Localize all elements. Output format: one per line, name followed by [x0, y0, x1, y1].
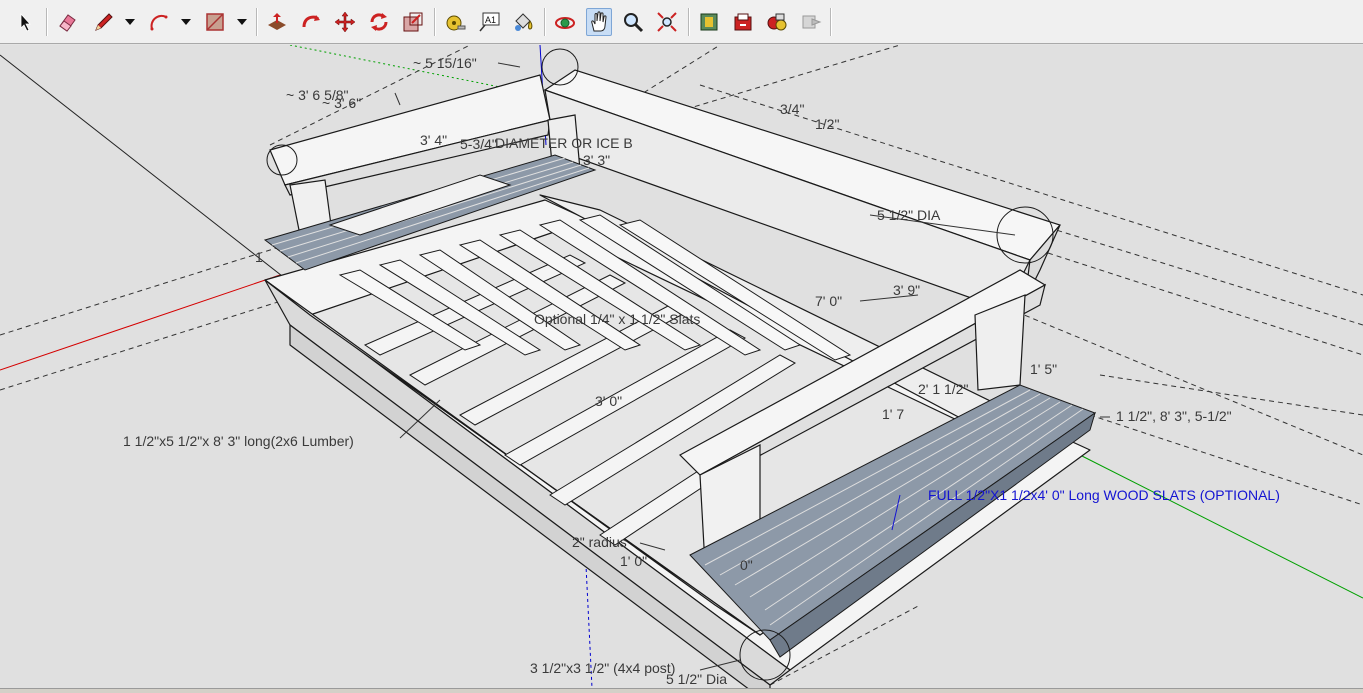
- pan-tool-button[interactable]: [586, 8, 612, 36]
- annotation-note: FULL 1/2"X1 1/2x4' 0" Long WOOD SLATS (O…: [928, 487, 1280, 503]
- dimension-label: ~ 5 15/16": [413, 55, 477, 71]
- dimension-label: 2' 1 1/2": [918, 381, 969, 397]
- toolbar-separator: [46, 8, 48, 36]
- tape-measure-icon: [446, 15, 466, 31]
- toolbar-separator: [830, 8, 832, 36]
- arrow-cursor-icon: [20, 12, 31, 32]
- dimension-label: 5 1/2" Dia: [666, 671, 728, 687]
- line-tool-dropdown[interactable]: [124, 12, 136, 32]
- push-pull-tool-button[interactable]: [264, 8, 290, 36]
- extension-tool-button[interactable]: [798, 8, 824, 36]
- dimension-label: 7' 0": [815, 293, 843, 309]
- toolbar-separator: [256, 8, 258, 36]
- chevron-down-icon: [181, 19, 191, 25]
- rectangle-tool-dropdown[interactable]: [236, 12, 248, 32]
- zoom-extents-tool-button[interactable]: [654, 8, 680, 36]
- scale-tool-button[interactable]: [400, 8, 426, 36]
- green-axis: [1079, 454, 1363, 599]
- dimension-label: 2" radius: [572, 534, 627, 550]
- eraser-icon: [59, 14, 76, 32]
- warehouse-tool-button[interactable]: [696, 8, 722, 36]
- follow-me-icon: [302, 15, 320, 28]
- red-axis: [0, 274, 281, 371]
- dimension-label: 3 1/2"x3 1/2" (4x4 post): [530, 660, 676, 676]
- follow-me-tool-button[interactable]: [298, 8, 324, 36]
- dimension-label: 3' 0": [595, 393, 623, 409]
- orbit-tool-button[interactable]: [552, 8, 578, 36]
- rectangle-icon: [206, 13, 224, 31]
- dimension-label: 3' 3": [583, 152, 611, 168]
- toolbar-separator: [688, 8, 690, 36]
- dimension-label: DIAMETER OR ICE B: [495, 135, 633, 151]
- dimension-label: ~ 3' 6": [322, 95, 362, 111]
- dimension-label: 1: [255, 249, 263, 265]
- dimension-label: 0": [740, 557, 753, 573]
- paint-bucket-icon: [515, 13, 533, 31]
- dimension-label: 1 1/2", 8' 3", 5-1/2": [1116, 408, 1232, 424]
- arc-tool-button[interactable]: [146, 8, 172, 36]
- dimension-label: 3' 9": [893, 282, 921, 298]
- rectangle-tool-button[interactable]: [202, 8, 228, 36]
- magnifier-icon: [624, 13, 644, 33]
- tape-measure-tool-button[interactable]: [442, 8, 468, 36]
- dimension-label: 5-3/4": [460, 136, 497, 152]
- dimension-label: 3/4": [780, 101, 805, 117]
- toolbar-separator: [544, 8, 546, 36]
- svg-text:A1: A1: [485, 15, 496, 25]
- dimension-label: 3' 4": [420, 132, 448, 148]
- warehouse-icon: [700, 13, 718, 31]
- rotate-icon: [370, 13, 388, 31]
- dimension-label: 1' 7: [882, 406, 905, 422]
- hand-icon: [591, 11, 607, 32]
- arc-icon: [150, 14, 168, 31]
- zoom-extents-icon: [657, 12, 677, 32]
- dimension-label: Optional 1/4" x 1 1/2" Slats: [534, 311, 701, 327]
- status-bar: [0, 688, 1363, 693]
- move-arrows-icon: [334, 11, 356, 33]
- chevron-down-icon: [237, 19, 247, 25]
- extension-icon: [802, 15, 822, 29]
- main-toolbar: A1: [0, 0, 1363, 44]
- arc-tool-dropdown[interactable]: [180, 12, 192, 32]
- share-model-icon: [734, 13, 752, 31]
- orbit-icon: [555, 17, 575, 29]
- eraser-tool-button[interactable]: [54, 8, 80, 36]
- text-tool-button[interactable]: A1: [476, 8, 502, 36]
- push-pull-icon: [268, 13, 286, 30]
- zoom-tool-button[interactable]: [620, 8, 646, 36]
- components-icon: [767, 13, 787, 31]
- paint-bucket-tool-button[interactable]: [510, 8, 536, 36]
- model-viewport[interactable]: ~ 5 15/16" ~ 3' 6 5/8" ~ 3' 6" 3/4" 1/2"…: [0, 45, 1363, 688]
- swing-bed-model: [0, 45, 1363, 688]
- dimension-label: 5 1/2" DIA: [877, 207, 941, 223]
- dimension-label: 1' 0": [620, 553, 648, 569]
- rotate-tool-button[interactable]: [366, 8, 392, 36]
- move-tool-button[interactable]: [332, 8, 358, 36]
- share-model-tool-button[interactable]: [730, 8, 756, 36]
- text-label-icon: A1: [479, 12, 500, 32]
- pencil-icon: [95, 13, 113, 31]
- dimension-label: 1 1/2"x5 1/2"x 8' 3" long(2x6 Lumber): [123, 433, 354, 449]
- line-tool-button[interactable]: [90, 8, 116, 36]
- components-tool-button[interactable]: [764, 8, 790, 36]
- chevron-down-icon: [125, 19, 135, 25]
- scale-icon: [403, 12, 423, 32]
- dimension-label: 1/2": [815, 116, 840, 132]
- select-tool-button[interactable]: [12, 8, 38, 36]
- toolbar-separator: [434, 8, 436, 36]
- dimension-label: 1' 5": [1030, 361, 1058, 377]
